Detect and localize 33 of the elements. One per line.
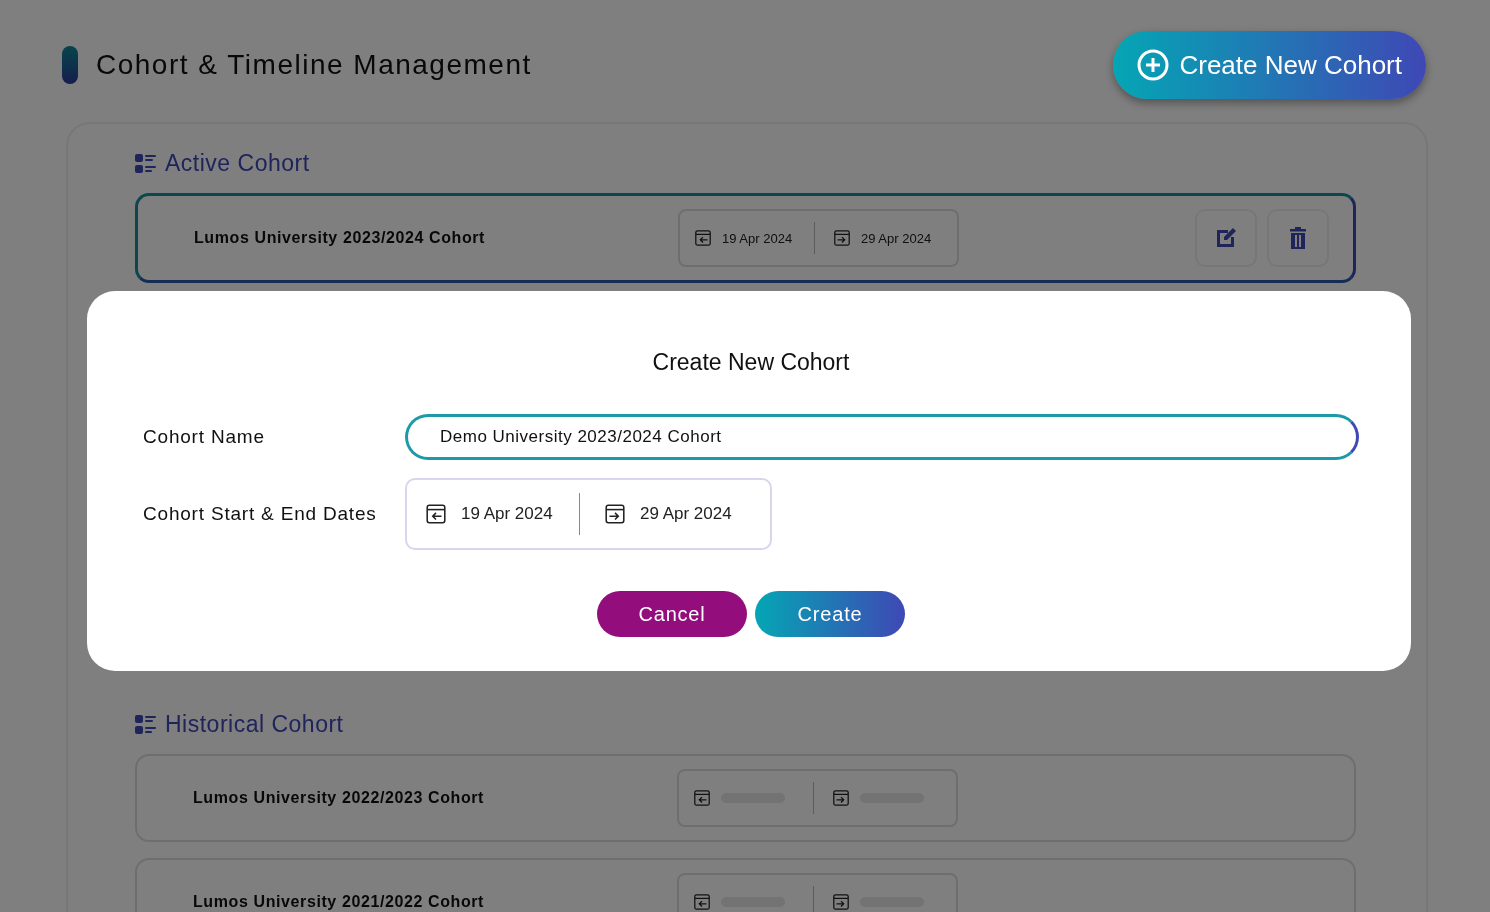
- end-date: 29 Apr 2024: [640, 504, 732, 524]
- list-icon: [135, 714, 157, 735]
- cohort-name: Lumos University 2022/2023 Cohort: [193, 789, 485, 807]
- date-range-picker[interactable]: 19 Apr 2024 29 Apr 2024: [405, 478, 772, 550]
- start-date: 19 Apr 2024: [461, 504, 553, 524]
- calendar-start-icon: [693, 893, 711, 911]
- cohort-name: Lumos University 2023/2024 Cohort: [194, 229, 486, 247]
- dialog-title: Create New Cohort: [651, 349, 851, 376]
- calendar-start-icon: [693, 789, 711, 807]
- calendar-start-icon: [694, 229, 712, 247]
- cancel-button[interactable]: Cancel: [597, 591, 747, 637]
- title-accent: [62, 46, 78, 84]
- edit-icon: [1214, 226, 1238, 250]
- section-heading: Historical Cohort: [165, 711, 344, 738]
- section-heading: Active Cohort: [165, 150, 310, 177]
- calendar-end-icon: [833, 229, 851, 247]
- calendar-end-icon: [604, 503, 626, 525]
- create-cohort-button[interactable]: Create New Cohort: [1113, 31, 1426, 99]
- cohort-name-field[interactable]: Demo University 2023/2024 Cohort: [405, 414, 1359, 460]
- create-button[interactable]: Create: [755, 591, 905, 637]
- calendar-end-icon: [832, 789, 850, 807]
- end-date: 29 Apr 2024: [861, 230, 932, 246]
- field-label: Cohort Start & End Dates: [143, 503, 378, 525]
- calendar-end-icon: [832, 893, 850, 911]
- page-title: Cohort & Timeline Management: [96, 49, 532, 81]
- delete-button[interactable]: [1267, 209, 1329, 267]
- calendar-start-icon: [425, 503, 447, 525]
- cohort-name: Lumos University 2021/2022 Cohort: [193, 893, 485, 911]
- start-date: 19 Apr 2024: [722, 230, 793, 246]
- plus-circle-icon: [1137, 49, 1170, 81]
- edit-button[interactable]: [1195, 209, 1257, 267]
- list-icon: [135, 153, 157, 174]
- field-label: Cohort Name: [143, 426, 266, 448]
